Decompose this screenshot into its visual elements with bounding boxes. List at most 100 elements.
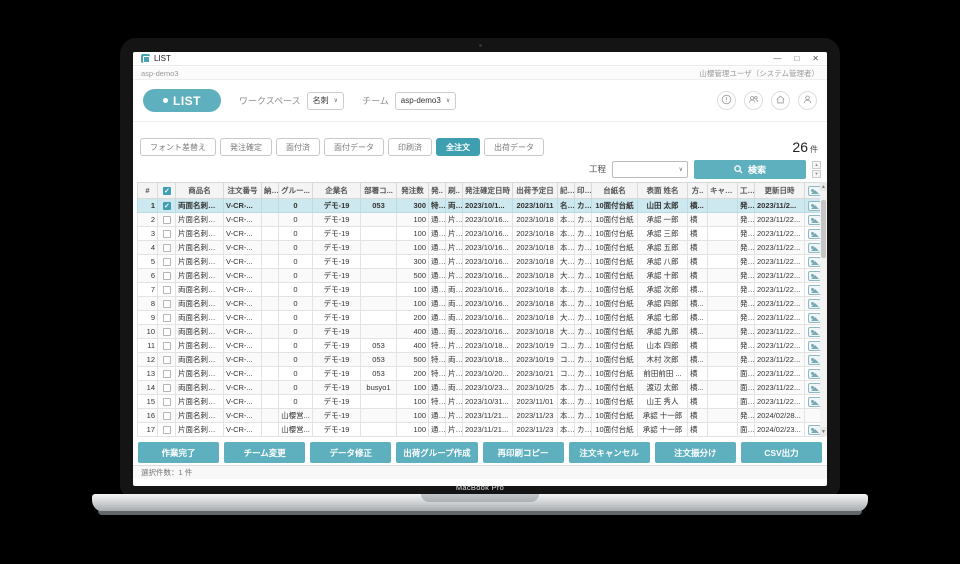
- home-button[interactable]: [771, 91, 790, 110]
- column-header[interactable]: 工...: [738, 183, 755, 199]
- action-button-出荷グループ作成[interactable]: 出荷グループ作成: [396, 442, 477, 463]
- cell: [361, 269, 397, 283]
- table-row[interactable]: 2片面名刺片...V-CR-...0デモ-19100通...片...2023/1…: [138, 213, 825, 227]
- row-checkbox[interactable]: [158, 199, 176, 213]
- cell: V-CR-...: [224, 269, 262, 283]
- column-header[interactable]: グルー...: [279, 183, 313, 199]
- row-checkbox[interactable]: [158, 423, 176, 437]
- row-checkbox[interactable]: [158, 213, 176, 227]
- scroll-down-icon[interactable]: ▼: [820, 427, 827, 436]
- tab-フォント差替え[interactable]: フォント差替え: [140, 138, 216, 156]
- column-header[interactable]: 表面 姓名: [638, 183, 688, 199]
- scroll-up-icon[interactable]: ▲: [820, 182, 827, 191]
- table-row[interactable]: 17片面名刺片...V-CR-...山櫻営...デモ-19100通...片...…: [138, 423, 825, 437]
- table-row[interactable]: 10両面名刺両...V-CR-...0デモ-19400通...両...2023/…: [138, 325, 825, 339]
- table-row[interactable]: 7両面名刺両...V-CR-...0デモ-19100通...両...2023/1…: [138, 283, 825, 297]
- row-checkbox[interactable]: [158, 367, 176, 381]
- column-header[interactable]: 印...: [575, 183, 592, 199]
- action-button-CSV出力[interactable]: CSV出力: [741, 442, 822, 463]
- row-checkbox[interactable]: [158, 241, 176, 255]
- info-button[interactable]: [717, 91, 736, 110]
- row-checkbox[interactable]: [158, 395, 176, 409]
- row-checkbox[interactable]: [158, 339, 176, 353]
- row-checkbox[interactable]: [158, 409, 176, 423]
- tab-印刷済[interactable]: 印刷済: [388, 138, 432, 156]
- cell: 横...: [688, 283, 708, 297]
- select-all-checkbox[interactable]: [158, 183, 176, 199]
- cell: 2023/10/18: [513, 241, 558, 255]
- cell: [361, 325, 397, 339]
- cell: 両...: [446, 311, 463, 325]
- workspace-select[interactable]: 名刺 ∨: [307, 92, 344, 110]
- action-button-チーム変更[interactable]: チーム変更: [224, 442, 305, 463]
- table-row[interactable]: 12両面名刺両...V-CR-...0デモ-19053500特...両...20…: [138, 353, 825, 367]
- table-row[interactable]: 6片面名刺片...V-CR-...0デモ-19500通...片...2023/1…: [138, 269, 825, 283]
- action-button-再印刷コピー[interactable]: 再印刷コピー: [483, 442, 564, 463]
- row-checkbox[interactable]: [158, 311, 176, 325]
- column-header[interactable]: 発..: [429, 183, 446, 199]
- process-select[interactable]: ∨: [612, 161, 688, 178]
- action-button-作業完了[interactable]: 作業完了: [138, 442, 219, 463]
- table-row[interactable]: 9両面名刺両...V-CR-...0デモ-19200通...両...2023/1…: [138, 311, 825, 325]
- tab-出荷データ[interactable]: 出荷データ: [484, 138, 544, 156]
- column-header[interactable]: 発注確定日時: [463, 183, 513, 199]
- tab-面付データ[interactable]: 面付データ: [324, 138, 384, 156]
- column-header[interactable]: 更新日時: [755, 183, 805, 199]
- row-checkbox[interactable]: [158, 297, 176, 311]
- table-row[interactable]: 15片面名刺片...V-CR-...0デモ-19100特...片...2023/…: [138, 395, 825, 409]
- cell: [361, 423, 397, 437]
- column-header[interactable]: 記...: [558, 183, 575, 199]
- column-header[interactable]: 出荷予定日: [513, 183, 558, 199]
- column-header[interactable]: 注文番号: [224, 183, 262, 199]
- row-checkbox[interactable]: [158, 255, 176, 269]
- table-row[interactable]: 5片面名刺片...V-CR-...0デモ-19300通...片...2023/1…: [138, 255, 825, 269]
- table-row[interactable]: 1両面名刺両...V-CR-...0デモ-19053300特...両...202…: [138, 199, 825, 213]
- row-checkbox[interactable]: [158, 381, 176, 395]
- spinner-down-icon[interactable]: ▼: [812, 170, 821, 178]
- column-header[interactable]: 商品名: [176, 183, 224, 199]
- row-spinner[interactable]: ▲ ▼: [812, 161, 821, 178]
- cell: 2023/10/16...: [463, 269, 513, 283]
- maximize-button[interactable]: □: [794, 52, 799, 66]
- tab-面付済[interactable]: 面付済: [276, 138, 320, 156]
- row-number: 15: [138, 395, 158, 409]
- table-row[interactable]: 3片面名刺片...V-CR-...0デモ-19100通...片...2023/1…: [138, 227, 825, 241]
- column-header[interactable]: 企業名: [313, 183, 361, 199]
- scrollbar-thumb[interactable]: [821, 200, 826, 258]
- user-button[interactable]: [798, 91, 817, 110]
- vertical-scrollbar[interactable]: ▲ ▼: [820, 182, 827, 436]
- action-button-注文振分け[interactable]: 注文振分け: [655, 442, 736, 463]
- column-header[interactable]: 方..: [688, 183, 708, 199]
- row-checkbox[interactable]: [158, 325, 176, 339]
- table-row[interactable]: 8両面名刺両...V-CR-...0デモ-19100通...両...2023/1…: [138, 297, 825, 311]
- table-row[interactable]: 11片面名刺片...V-CR-...0デモ-19053400特...片...20…: [138, 339, 825, 353]
- action-button-データ修正[interactable]: データ修正: [310, 442, 391, 463]
- table-row[interactable]: 13片面名刺片...V-CR-...0デモ-19053200特...片...20…: [138, 367, 825, 381]
- action-button-注文キャンセル[interactable]: 注文キャンセル: [569, 442, 650, 463]
- column-header[interactable]: キャン...: [708, 183, 738, 199]
- column-header[interactable]: 納...: [262, 183, 279, 199]
- spinner-up-icon[interactable]: ▲: [812, 161, 821, 169]
- close-button[interactable]: ✕: [812, 52, 819, 66]
- users-button[interactable]: [744, 91, 763, 110]
- tab-発注確定[interactable]: 発注確定: [220, 138, 272, 156]
- column-header[interactable]: 部署コ...: [361, 183, 397, 199]
- row-checkbox[interactable]: [158, 269, 176, 283]
- team-select[interactable]: asp-demo3 ∨: [395, 92, 456, 110]
- column-header[interactable]: 刷..: [446, 183, 463, 199]
- column-header[interactable]: 発注数: [397, 183, 429, 199]
- column-header[interactable]: 台紙名: [592, 183, 638, 199]
- cell: 大...: [558, 255, 575, 269]
- row-checkbox[interactable]: [158, 353, 176, 367]
- row-checkbox[interactable]: [158, 227, 176, 241]
- cell: デモ-19: [313, 297, 361, 311]
- table-row[interactable]: 16片面名刺片...V-CR-...山櫻営...デモ-19100通...片...…: [138, 409, 825, 423]
- cell: 承認 十一郎: [638, 423, 688, 437]
- tab-全注文[interactable]: 全注文: [436, 138, 480, 156]
- table-row[interactable]: 14両面名刺両...V-CR-...0デモ-19busyo1100通...両..…: [138, 381, 825, 395]
- minimize-button[interactable]: —: [773, 52, 781, 66]
- row-checkbox[interactable]: [158, 283, 176, 297]
- column-header[interactable]: #: [138, 183, 158, 199]
- search-button[interactable]: 検索: [694, 160, 806, 179]
- table-row[interactable]: 4片面名刺片...V-CR-...0デモ-19100通...片...2023/1…: [138, 241, 825, 255]
